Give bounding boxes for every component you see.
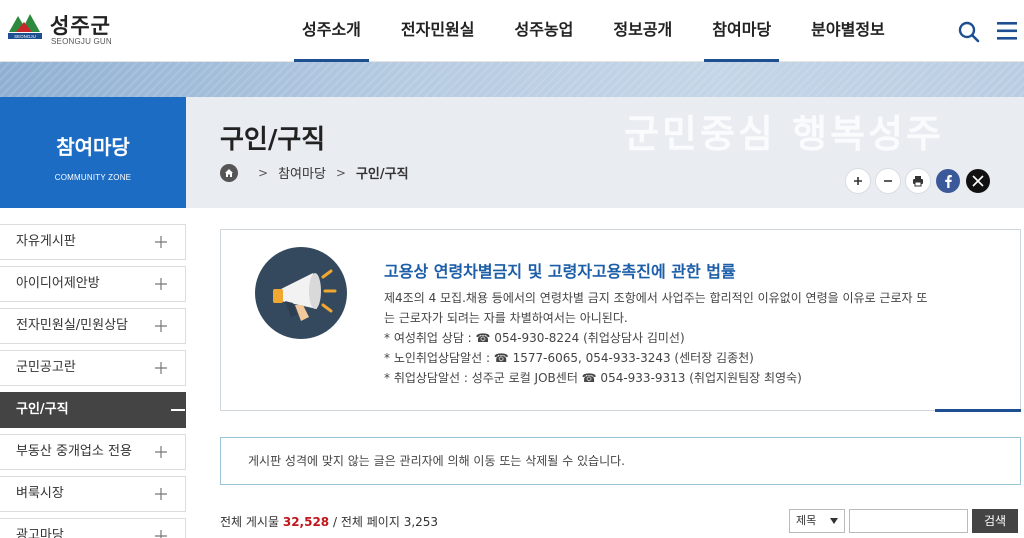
site-header: SEONGJU 성주군 SEONGJU GUN 성주소개 전자민원실 성주농업 … — [0, 0, 1024, 62]
zoom-in-icon[interactable] — [846, 169, 870, 193]
breadcrumb-current[interactable]: 구인/구직 — [356, 163, 409, 182]
sidebar-item-label: 전자민원실/민원상담 — [16, 318, 129, 333]
notice-body: 제4조의 4 모집.채용 등에서의 연령차별 금지 조항에서 사업주는 합리적인… — [384, 288, 994, 388]
sidebar-item-realestate[interactable]: 부동산 중개업소 전용 — [0, 434, 186, 470]
visual-banner — [0, 62, 1024, 97]
sidebar-item-ideas[interactable]: 아이디어제안방 — [0, 266, 186, 302]
sidebar-item-label: 부동산 중개업소 전용 — [16, 444, 132, 459]
total-pages-label: / 전체 페이지 — [332, 515, 400, 529]
nav-item-participation[interactable]: 참여마당 — [692, 0, 791, 62]
sidebar-item-free-board[interactable]: 자유게시판 — [0, 224, 186, 260]
sidebar-item-flea-market[interactable]: 벼룩시장 — [0, 476, 186, 512]
main-nav: 성주소개 전자민원실 성주농업 정보공개 참여마당 분야별정보 — [282, 0, 905, 62]
chevron-right-icon: > — [258, 165, 269, 180]
nav-item-fields[interactable]: 분야별정보 — [791, 0, 905, 62]
plus-icon — [155, 446, 167, 458]
law-notice-box: 고용상 연령차별금지 및 고령자고용촉진에 관한 법률 제4조의 4 모집.채용… — [220, 229, 1021, 412]
search-input[interactable] — [849, 509, 968, 533]
site-logo[interactable]: SEONGJU 성주군 SEONGJU GUN — [6, 8, 126, 52]
slogan-watermark: 군민중심 행복성주 — [624, 112, 944, 156]
total-pages-count: 3,253 — [403, 515, 439, 529]
board-warning: 게시판 성격에 맞지 않는 글은 관리자에 의해 이동 또는 삭제될 수 있습니… — [220, 437, 1021, 485]
zoom-out-icon[interactable] — [876, 169, 900, 193]
notice-line: 는 근로자가 되려는 자를 차별하여서는 아니된다. — [384, 311, 628, 325]
plus-icon — [155, 278, 167, 290]
notice-title: 고용상 연령차별금지 및 고령자고용촉진에 관한 법률 — [384, 262, 736, 281]
search-field-select[interactable]: 제목 — [789, 509, 845, 533]
nav-item-agriculture[interactable]: 성주농업 — [495, 0, 594, 62]
megaphone-icon — [255, 247, 347, 339]
section-subtitle: COMMUNITY ZONE — [54, 173, 132, 182]
nav-item-civil[interactable]: 전자민원실 — [381, 0, 495, 62]
plus-icon — [155, 236, 167, 248]
total-posts-label: 전체 게시물 — [220, 515, 280, 529]
sub-visual: 참여마당 COMMUNITY ZONE 군민중심 행복성주 구인/구직 > 참여… — [0, 62, 1024, 208]
title-area: 군민중심 행복성주 구인/구직 > 참여마당 > 구인/구직 — [186, 97, 1024, 208]
print-icon[interactable] — [906, 169, 930, 193]
x-twitter-icon[interactable] — [966, 169, 990, 193]
sidebar-item-ads[interactable]: 광고마당 — [0, 518, 186, 538]
plus-icon — [155, 530, 167, 538]
total-posts-count: 32,528 — [282, 515, 330, 529]
notice-line: 제4조의 4 모집.채용 등에서의 연령차별 금지 조항에서 사업주는 합리적인… — [384, 291, 928, 305]
hamburger-menu-icon[interactable] — [996, 20, 1018, 42]
sidebar-menu: 자유게시판 아이디어제안방 전자민원실/민원상담 군민공고란 구인/구직 부동산… — [0, 224, 186, 538]
logo-mark-text: SEONGJU — [14, 34, 36, 39]
search-icon[interactable] — [957, 20, 981, 44]
sidebar-item-public-notice[interactable]: 군민공고란 — [0, 350, 186, 386]
sidebar-item-label: 아이디어제안방 — [16, 276, 100, 291]
logo-mark-icon: SEONGJU — [8, 14, 42, 39]
sidebar-item-label: 군민공고란 — [16, 360, 76, 375]
section-title-box: 참여마당 COMMUNITY ZONE — [0, 97, 186, 208]
section-title: 참여마당 — [56, 135, 130, 159]
search-button[interactable]: 검색 — [972, 509, 1018, 533]
notice-line: * 취업상담알선 : 성주군 로컬 JOB센터 ☎ 054-933-9313 (… — [384, 371, 802, 385]
sidebar-item-civil-consult[interactable]: 전자민원실/민원상담 — [0, 308, 186, 344]
chevron-down-icon — [830, 518, 838, 524]
search-field-value: 제목 — [796, 514, 817, 527]
breadcrumb-item[interactable]: 참여마당 — [278, 163, 326, 182]
sidebar-item-jobs[interactable]: 구인/구직 — [0, 392, 186, 428]
plus-icon — [155, 488, 167, 500]
notice-line: * 여성취업 상담 : ☎ 054-930-8224 (취업상담사 김미선) — [384, 331, 685, 345]
nav-item-about[interactable]: 성주소개 — [282, 0, 381, 62]
breadcrumb: > 참여마당 > 구인/구직 — [220, 163, 409, 182]
board-stats: 전체 게시물 32,528 / 전체 페이지 3,253 — [220, 513, 438, 530]
plus-icon — [155, 320, 167, 332]
box-accent — [935, 409, 1021, 412]
logo-title: 성주군 — [50, 14, 111, 38]
notice-line: * 노인취업상담알선 : ☎ 1577-6065, 054-933-3243 (… — [384, 351, 754, 365]
minus-icon — [171, 409, 185, 411]
sidebar-item-label: 자유게시판 — [16, 234, 76, 249]
nav-item-info[interactable]: 정보공개 — [593, 0, 692, 62]
page-title: 구인/구직 — [220, 125, 326, 155]
home-icon[interactable] — [220, 163, 238, 182]
sidebar-item-label: 벼룩시장 — [16, 486, 64, 501]
sidebar-item-label: 광고마당 — [16, 528, 64, 538]
chevron-right-icon: > — [335, 165, 346, 180]
logo-subtitle: SEONGJU GUN — [51, 37, 112, 46]
page-tools — [840, 169, 990, 193]
facebook-icon[interactable] — [936, 169, 960, 193]
plus-icon — [155, 362, 167, 374]
sidebar-item-label: 구인/구직 — [16, 402, 69, 417]
